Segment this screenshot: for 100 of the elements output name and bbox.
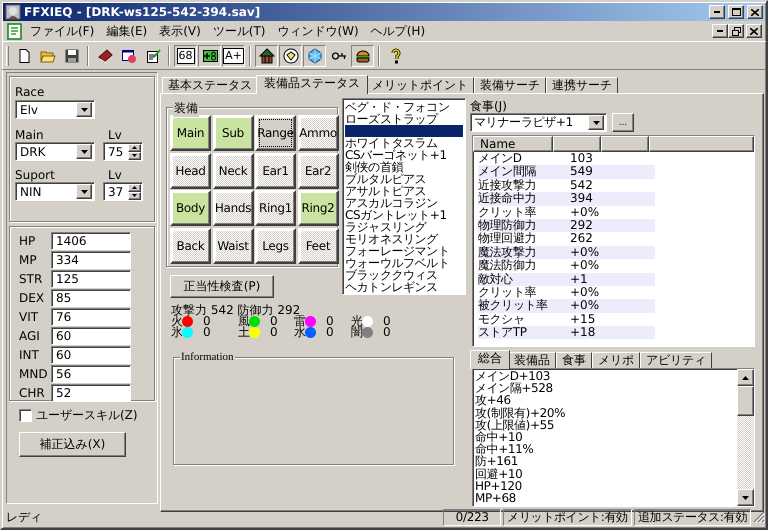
stat-field[interactable]: 60 (51, 326, 131, 344)
list-item[interactable]: ブラッククウィス (345, 269, 463, 281)
toolbar-button[interactable] (198, 44, 221, 66)
equipment-slot-button[interactable]: Neck (212, 152, 254, 188)
stat-field[interactable]: 1406 (51, 232, 131, 250)
stat-field[interactable]: 60 (51, 346, 131, 364)
minimize-button[interactable] (709, 5, 725, 19)
race-dropdown[interactable]: Elv (15, 100, 95, 119)
tab[interactable]: 装備サーチ (474, 77, 546, 93)
plus-icon (202, 48, 218, 64)
dropdown-button[interactable] (76, 184, 92, 199)
list-item[interactable]: アサルトピアス (345, 185, 463, 197)
equipment-slot-button[interactable]: Range (255, 115, 296, 151)
stat-field[interactable]: 85 (51, 288, 131, 306)
stat-field[interactable]: 56 (51, 364, 131, 382)
equipment-slot-button[interactable]: Ammo (298, 115, 338, 151)
column-header[interactable] (649, 136, 754, 152)
equipment-slot-button[interactable]: Main (170, 115, 211, 151)
column-header[interactable] (553, 136, 601, 152)
equipment-slot-button[interactable]: Ring1 (255, 190, 296, 226)
list-item[interactable]: ラジャスリング (345, 221, 463, 233)
list-item[interactable]: フォーレージマント (345, 245, 463, 257)
close-button[interactable] (747, 5, 763, 19)
field-label: Main (15, 128, 45, 142)
tab[interactable]: アビリティ (640, 352, 712, 368)
equipment-slot-button[interactable]: Head (170, 152, 211, 188)
toolbar-button[interactable]: 68 (174, 44, 197, 66)
tab[interactable]: 食事 (556, 352, 592, 368)
stat-field[interactable]: 125 (51, 270, 131, 288)
list-item[interactable]: 剣侠の首鎖 (345, 161, 463, 173)
list-item[interactable]: ウォーウルフベルト (345, 257, 463, 269)
spin-up-button[interactable] (128, 184, 141, 192)
vertical-scrollbar[interactable] (737, 369, 754, 506)
dropdown-button[interactable] (588, 115, 604, 130)
scroll-up-button[interactable] (737, 369, 754, 386)
toolbar-button[interactable] (279, 44, 302, 66)
job-dropdown[interactable]: DRK (15, 142, 95, 161)
dropdown-button[interactable] (76, 144, 92, 159)
app-icon (5, 4, 21, 20)
list-item[interactable]: ブルタルピアス (345, 173, 463, 185)
stat-field[interactable]: 334 (51, 250, 131, 268)
maximize-button[interactable] (728, 5, 744, 19)
toolbar-button[interactable] (303, 44, 326, 66)
list-item[interactable]: ホワイトタスラム (345, 137, 463, 149)
element-value: 0 (203, 316, 211, 327)
scroll-down-button[interactable] (737, 489, 754, 506)
food-dropdown[interactable]: マリナーラピザ+1 (470, 113, 607, 132)
equipment-slot-button[interactable]: Ear1 (255, 152, 296, 188)
menu-item[interactable]: 編集(E) (100, 22, 154, 40)
column-header[interactable] (601, 136, 649, 152)
tab[interactable]: 基本ステータス (162, 77, 258, 93)
toolbar-button[interactable]: A+ (222, 44, 245, 66)
minimize-button[interactable] (712, 24, 728, 38)
stat-field[interactable]: 76 (51, 308, 131, 326)
menu-item[interactable]: ファイル(F) (24, 22, 100, 40)
equipment-slot-button[interactable]: Ring2 (298, 190, 338, 226)
column-header[interactable]: Name (473, 136, 553, 152)
job-dropdown[interactable]: NIN (15, 182, 95, 201)
list-item[interactable]: CSバーゴネット+1 (345, 149, 463, 161)
item-list[interactable]: ベグ・ド・フォコン ローズストラップ ホワイトタスラム CSバーゴネット+1 剣侠の首鎖 ブルタルピアス アサルトピアス アスカルコラジン CSガントレット+1 ラジャスリング モリオネスリング フォーレージマント ウォーウルフベルト ブラッククウィス ヘカトンレギンス (342, 98, 466, 295)
checkbox[interactable] (19, 409, 32, 422)
menu-item[interactable]: ツール(T) (206, 22, 272, 40)
stat-field[interactable]: 52 (51, 384, 131, 402)
tab[interactable]: 装備品 (508, 352, 556, 368)
list-item[interactable]: ヘカトンレギンス (345, 281, 463, 293)
close-button[interactable] (746, 24, 762, 38)
tab[interactable]: 連携サーチ (546, 77, 618, 93)
list-item[interactable]: ローズストラップ (345, 113, 463, 125)
menu-item[interactable]: ヘルプ(H) (364, 22, 432, 40)
list-item[interactable]: アスカルコラジン (345, 197, 463, 209)
menu-item[interactable]: ウィンドウ(W) (272, 22, 365, 40)
scroll-thumb[interactable] (737, 386, 754, 416)
level-spinner[interactable]: 37 (103, 182, 143, 201)
spin-up-button[interactable] (128, 144, 141, 152)
list-item[interactable]: モリオネスリング (345, 233, 463, 245)
equipment-slot-button[interactable]: Legs (255, 228, 296, 264)
tab[interactable]: メリットポイント (366, 77, 474, 93)
toolbar-button[interactable] (351, 44, 374, 66)
list-item[interactable]: ベグ・ド・フォコン (345, 101, 463, 113)
equipment-slot-button[interactable]: Sub (212, 115, 254, 151)
adjust-button[interactable]: 補正込み(X) (19, 432, 126, 457)
equipment-slot-button[interactable]: Ear2 (298, 152, 338, 188)
tab[interactable]: 総合 (470, 350, 510, 369)
validate-button[interactable]: 正当性検査(P) (170, 275, 274, 298)
menu-item[interactable]: 表示(V) (153, 22, 207, 40)
gem-icon (306, 48, 322, 64)
equipment-slot-button[interactable]: Feet (298, 228, 338, 264)
equipment-slot-button[interactable]: Waist (212, 228, 254, 264)
more-button[interactable]: ... (612, 113, 634, 132)
tab[interactable]: 装備品ステータス (256, 75, 368, 94)
restore-button[interactable] (728, 24, 744, 38)
equipment-slot-button[interactable]: Back (170, 228, 211, 264)
list-item[interactable]: CSガントレット+1 (345, 209, 463, 221)
table-cell-text: 103 (570, 152, 594, 166)
tab[interactable]: メリポ (592, 352, 640, 368)
equipment-slot-button[interactable]: Body (170, 190, 211, 226)
dropdown-button[interactable] (76, 102, 92, 117)
level-spinner[interactable]: 75 (103, 142, 143, 161)
equipment-slot-button[interactable]: Hands (212, 190, 254, 226)
toolbar-button[interactable] (255, 44, 278, 66)
